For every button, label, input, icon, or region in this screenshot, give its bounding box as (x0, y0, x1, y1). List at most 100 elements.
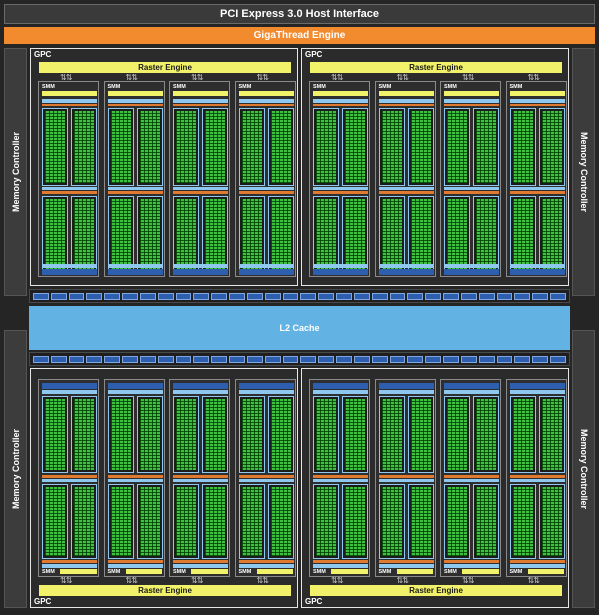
arrow-icon: ⇅⇅ (462, 576, 474, 585)
smm-lower-cluster (342, 196, 368, 272)
memory-controller-top-right: Memory Controller (572, 48, 595, 296)
smm-upper-core-grid (110, 111, 131, 183)
smm-label: SMM (107, 569, 121, 575)
gpc-label: GPC (305, 597, 323, 606)
smm-lower-cluster (444, 196, 470, 272)
smm-lower-core-grid (241, 487, 262, 556)
smm-lower-cluster (313, 196, 339, 272)
smm-upper-cluster (107, 396, 134, 473)
smm-lower-cluster (509, 196, 536, 272)
smm-upper-core-grid (74, 399, 94, 470)
load-store-units (313, 479, 368, 482)
smm-upper-cluster (136, 108, 163, 186)
texture-cache (378, 390, 434, 394)
smm-lower-core-grid (110, 199, 131, 269)
tex-units (107, 269, 163, 275)
memory-controller-label: Memory Controller (10, 428, 21, 510)
smm-lower-cluster (538, 484, 565, 559)
load-store-units (238, 479, 294, 482)
gpc-bottom-right: GPC Raster Engine ⇅⇅ SMM ⇅⇅ SMM ⇅⇅ SMM ⇅⇅ SMM (301, 368, 569, 608)
smm-lower-core-grid (410, 487, 431, 556)
texture-cache (509, 264, 565, 268)
sfu-units (313, 475, 368, 478)
sfu-units (107, 475, 163, 478)
smm-lower-core-grid (139, 199, 160, 269)
smm-upper-core-grid (139, 399, 160, 470)
load-store-units (378, 479, 434, 482)
instruction-cache (313, 91, 368, 96)
smm-lower-cluster (173, 196, 199, 272)
memory-controller-bottom-left: Memory Controller (4, 330, 27, 608)
instruction-buffer (42, 99, 97, 103)
texture-cache (173, 390, 228, 394)
smm-3: SMM (234, 81, 296, 277)
smm-lower-cluster (173, 484, 199, 559)
instruction-buffer (509, 99, 565, 103)
smm-2: SMM (169, 81, 230, 277)
tex-units (444, 269, 499, 275)
sfu-units (42, 191, 97, 194)
load-store-units (173, 479, 228, 482)
smm-upper-core-grid (345, 111, 365, 183)
sfu-units (173, 191, 228, 194)
smm-8: SMM (38, 379, 99, 577)
texture-cache (238, 390, 294, 394)
sfu-units (509, 191, 565, 194)
smm-11: SMM (234, 379, 296, 577)
texture-cache (42, 264, 97, 268)
smm-upper-cluster (407, 108, 434, 186)
smm-upper-core-grid (139, 111, 160, 183)
smm-lower-cluster (267, 196, 294, 272)
smm-lower-core-grid (381, 199, 402, 269)
smm-lower-core-grid (176, 199, 196, 269)
raster-engine: Raster Engine (39, 585, 291, 596)
smm-lower-cluster (509, 484, 536, 559)
smm-upper-core-grid (205, 111, 225, 183)
dispatch-unit (238, 560, 294, 563)
tex-units (173, 269, 228, 275)
smm-upper-cluster (173, 396, 199, 473)
smm-upper-cluster (313, 396, 339, 473)
smm-upper-core-grid (176, 399, 196, 470)
smm-upper-cluster (473, 108, 499, 186)
memory-controller-top-left: Memory Controller (4, 48, 27, 296)
dispatch-unit (42, 560, 97, 563)
sfu-units (42, 475, 97, 478)
smm-label: SMM (313, 569, 326, 575)
smm-lower-core-grid (241, 199, 262, 269)
smm-upper-cluster (378, 108, 405, 186)
smm-upper-core-grid (345, 399, 365, 470)
instruction-cache (238, 91, 294, 96)
memory-interface-bar-top (29, 289, 570, 303)
smm-lower-core-grid (176, 487, 196, 556)
smm-upper-cluster (342, 108, 368, 186)
smm-upper-cluster (378, 396, 405, 473)
smm-label: SMM (238, 569, 252, 575)
smm-lower-core-grid (45, 199, 65, 269)
arrow-icon: ⇅⇅ (331, 576, 343, 585)
smm-label: SMM (42, 84, 55, 90)
instruction-buffer (378, 564, 434, 568)
dispatch-unit (238, 104, 294, 106)
sfu-units (378, 191, 434, 194)
smm-lower-core-grid (476, 487, 496, 556)
tex-units (42, 383, 97, 389)
smm-lower-core-grid (205, 487, 225, 556)
raster-engine: Raster Engine (39, 62, 291, 73)
smm-lower-cluster (267, 484, 294, 559)
smm-upper-core-grid (476, 399, 496, 470)
texture-cache (42, 390, 97, 394)
smm-lower-core-grid (512, 487, 533, 556)
smm-lower-core-grid (345, 487, 365, 556)
memory-controller-bottom-right: Memory Controller (572, 330, 595, 608)
smm-upper-core-grid (316, 399, 336, 470)
smm-upper-cluster (238, 396, 265, 473)
pcie-host-interface: PCI Express 3.0 Host Interface (4, 4, 595, 24)
smm-lower-cluster (71, 484, 97, 559)
smm-upper-cluster (509, 396, 536, 473)
sfu-units (509, 475, 565, 478)
smm-upper-core-grid (241, 399, 262, 470)
dispatch-unit (42, 104, 97, 106)
dispatch-unit (509, 104, 565, 106)
tex-units (107, 383, 163, 389)
